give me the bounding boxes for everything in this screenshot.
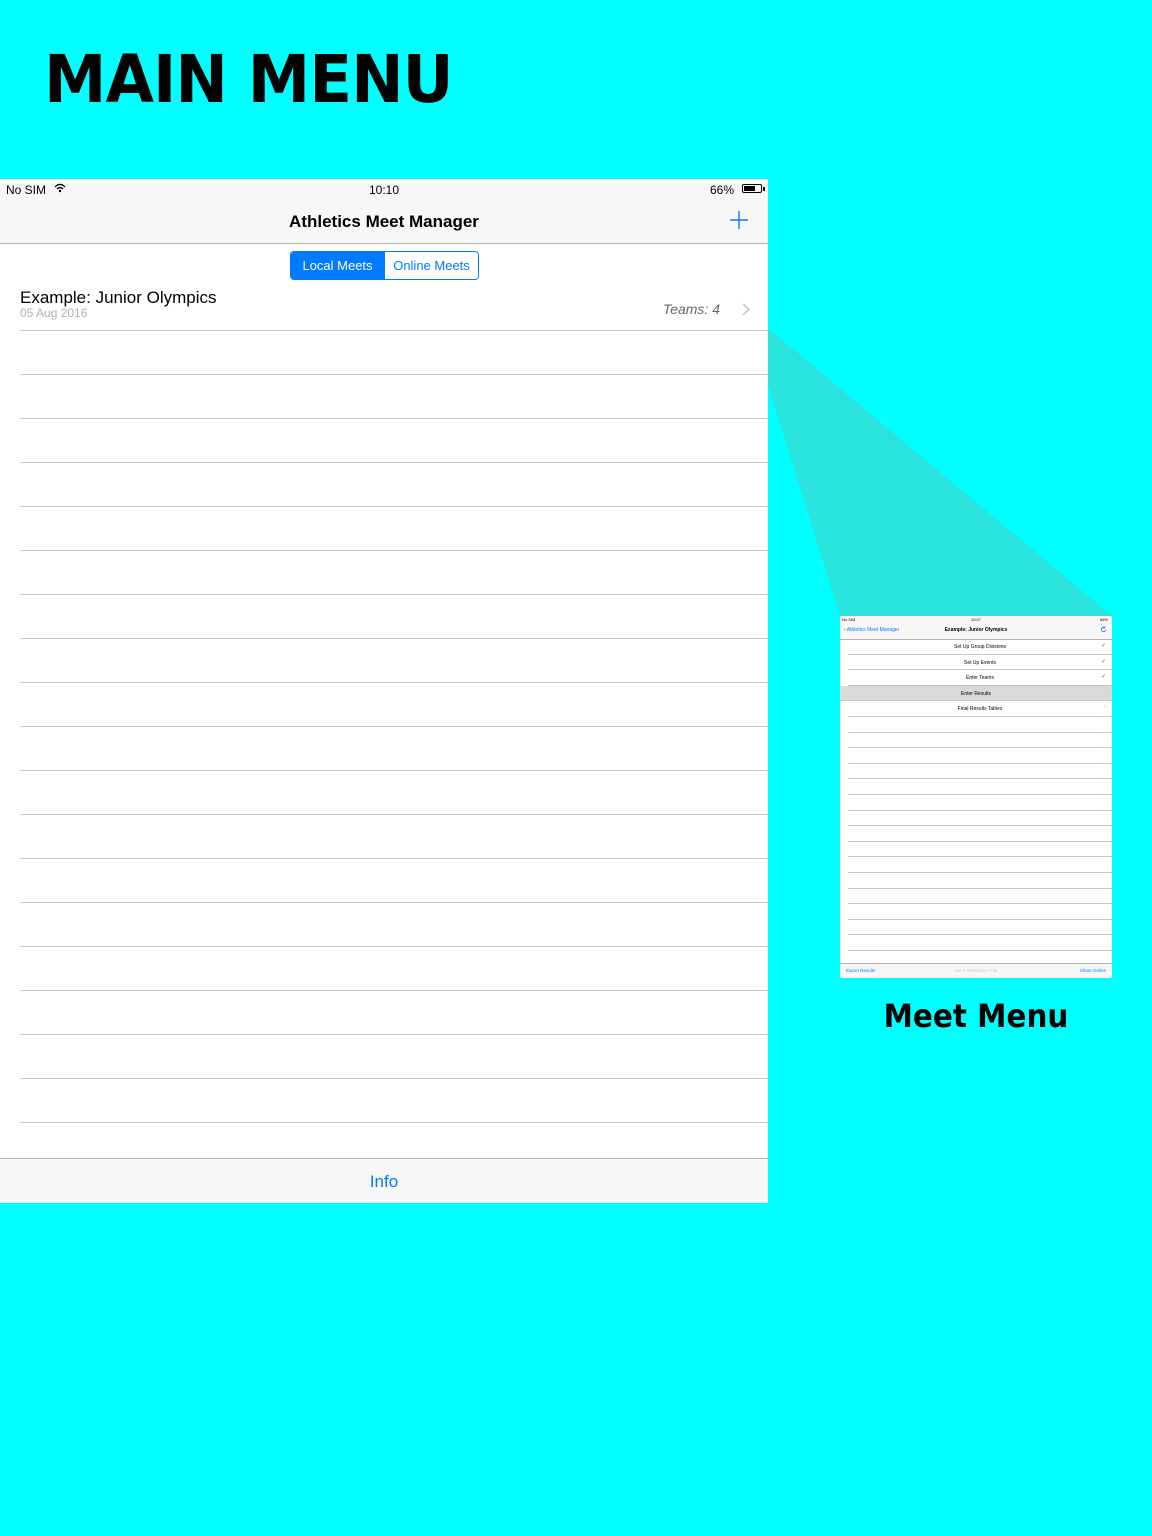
empty-table-row bbox=[20, 727, 768, 771]
empty-table-row bbox=[20, 771, 768, 815]
thumb-empty-row bbox=[848, 826, 1112, 842]
empty-table-row bbox=[20, 815, 768, 859]
battery-fill bbox=[744, 186, 755, 191]
battery-icon bbox=[742, 184, 765, 193]
plus-icon bbox=[730, 211, 748, 229]
refresh-icon[interactable] bbox=[1100, 626, 1107, 635]
page-headline: MAIN MENU bbox=[44, 41, 454, 118]
empty-table-row bbox=[20, 1035, 768, 1079]
thumb-empty-row bbox=[848, 717, 1112, 733]
segment-local-meets[interactable]: Local Meets bbox=[291, 252, 384, 279]
thumb-menu-item-label: Enter Teams bbox=[966, 675, 994, 682]
thumb-toolbar: Export Results Send Permission File Shar… bbox=[840, 963, 1112, 978]
meet-source-segmented-control: Local Meets Online Meets bbox=[290, 251, 479, 280]
thumb-menu-item[interactable]: Set Up Events ✓ bbox=[848, 655, 1112, 671]
empty-table-row bbox=[20, 551, 768, 595]
thumb-empty-row bbox=[848, 733, 1112, 749]
checkmark-icon: ✓ bbox=[1100, 643, 1106, 649]
thumbnail-caption: Meet Menu bbox=[883, 997, 1069, 1035]
empty-table-row bbox=[20, 1079, 768, 1123]
thumb-empty-row bbox=[848, 842, 1112, 858]
thumb-empty-row bbox=[848, 857, 1112, 873]
thumb-nav-bar: ‹ Athletics Meet Manager Example: Junior… bbox=[840, 623, 1112, 640]
meet-menu-thumbnail: No SIM 10:07 66% ‹ Athletics Meet Manage… bbox=[840, 616, 1112, 978]
main-menu-screen: No SIM 10:10 66% Athletics Meet Manager … bbox=[0, 179, 768, 1203]
thumb-menu-item[interactable]: Enter Teams ✓ bbox=[848, 670, 1112, 686]
checkmark-icon: ✓ bbox=[1100, 658, 1106, 665]
status-bar: No SIM 10:10 66% bbox=[0, 179, 768, 199]
thumb-empty-row bbox=[848, 779, 1112, 795]
thumb-empty-row bbox=[848, 904, 1112, 920]
thumb-empty-row bbox=[848, 748, 1112, 764]
thumb-menu-item[interactable]: Enter Results › bbox=[840, 685, 1112, 702]
add-meet-button[interactable] bbox=[728, 209, 750, 231]
empty-table-row bbox=[20, 859, 768, 903]
thumb-battery: 66% bbox=[1099, 617, 1108, 622]
meet-date: 05 Aug 2016 bbox=[20, 306, 88, 320]
share-online-button[interactable]: Share Online bbox=[1080, 968, 1106, 973]
chevron-right-icon: › bbox=[1104, 704, 1106, 711]
navigation-bar: Athletics Meet Manager bbox=[0, 199, 768, 244]
status-time: 10:10 bbox=[368, 183, 400, 197]
thumb-menu-item[interactable]: Final Results Tables › bbox=[848, 701, 1112, 717]
chevron-right-icon: › bbox=[1104, 688, 1106, 695]
empty-table-row bbox=[20, 683, 768, 727]
meet-team-count: Teams: 4 bbox=[662, 301, 720, 317]
empty-table-row bbox=[20, 375, 768, 419]
empty-table-row bbox=[20, 419, 768, 463]
empty-table-row bbox=[20, 463, 768, 507]
thumb-menu-item-label: Set Up Group Divisions bbox=[954, 644, 1006, 650]
nav-title: Athletics Meet Manager bbox=[289, 212, 479, 231]
bottom-toolbar: Info bbox=[0, 1158, 768, 1203]
thumb-status-bar: No SIM 10:07 66% bbox=[840, 616, 1112, 623]
segment-online-meets[interactable]: Online Meets bbox=[384, 252, 478, 279]
chevron-right-icon bbox=[742, 303, 751, 321]
battery-nub bbox=[763, 187, 765, 191]
thumb-empty-row bbox=[848, 873, 1112, 889]
thumb-empty-row bbox=[848, 795, 1112, 811]
thumb-menu-item-label: Set Up Events bbox=[964, 659, 996, 666]
empty-table-row bbox=[20, 507, 768, 551]
battery-percent: 66% bbox=[709, 183, 734, 197]
info-button[interactable]: Info bbox=[0, 1172, 768, 1192]
thumb-menu-item[interactable]: Set Up Group Divisions ✓ bbox=[848, 639, 1112, 655]
empty-table-row bbox=[20, 903, 768, 947]
thumb-empty-row bbox=[848, 935, 1112, 951]
thumb-empty-row bbox=[848, 811, 1112, 827]
thumb-menu-item-label: Final Results Tables bbox=[957, 706, 1003, 713]
thumb-nav-title: Example: Junior Olympics bbox=[944, 627, 1008, 633]
checkmark-icon: ✓ bbox=[1100, 674, 1106, 681]
thumb-empty-row bbox=[848, 889, 1112, 905]
thumb-menu-item-label: Enter Results bbox=[960, 690, 991, 697]
thumb-time: 10:07 bbox=[970, 617, 981, 622]
send-permission-file-button[interactable]: Send Permission File bbox=[840, 968, 1112, 973]
empty-table-row bbox=[20, 991, 768, 1035]
thumb-empty-row bbox=[848, 764, 1112, 780]
empty-table-row bbox=[20, 595, 768, 639]
thumb-empty-row bbox=[848, 920, 1112, 936]
meet-list-item[interactable]: Example: Junior Olympics 05 Aug 2016 Tea… bbox=[20, 287, 768, 331]
empty-table-row bbox=[20, 639, 768, 683]
empty-table-row bbox=[20, 331, 768, 375]
empty-table-row bbox=[20, 947, 768, 991]
meet-title: Example: Junior Olympics bbox=[20, 288, 217, 307]
